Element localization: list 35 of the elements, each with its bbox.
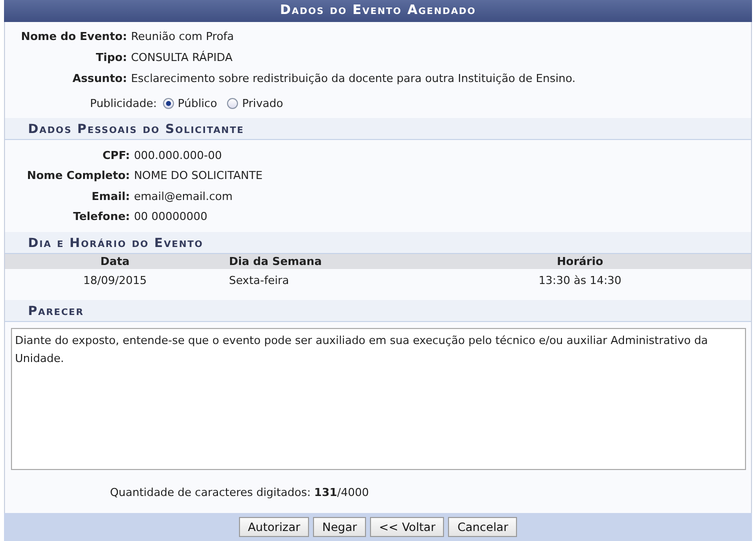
field-label: Assunto: — [71, 72, 127, 85]
radio-button[interactable] — [227, 98, 238, 109]
field-label: Telefone: — [72, 210, 130, 224]
page-title: Dados do Evento Agendado — [4, 0, 752, 22]
opinion-textarea[interactable]: Diante do exposto, entende-se que o evento pode ser auxiliado em sua execução pelo técnico e/ou auxiliar Administrativo da Unidade. — [11, 328, 746, 470]
table-cell: 18/09/2015 — [5, 269, 225, 291]
field-value: CONSULTA RÁPIDA — [130, 51, 234, 64]
action-button[interactable]: Negar — [313, 517, 366, 537]
action-button[interactable]: << Voltar — [370, 517, 444, 537]
field-value: Esclarecimento sobre redistribuição da docente para outra Instituição de Ensino. — [130, 72, 577, 85]
field-value: 00 00000000 — [134, 210, 208, 224]
field-value: Reunião com Profa — [130, 30, 235, 43]
field-label: Email: — [90, 190, 130, 203]
action-button[interactable]: Autorizar — [238, 517, 310, 537]
field-label: Nome do Evento: — [21, 30, 127, 43]
radio-label: Privado — [242, 97, 284, 110]
field-value: email@email.com — [134, 190, 234, 203]
field-value: NOME DO SOLICITANTE — [134, 169, 264, 182]
column-header: Horário — [409, 254, 751, 269]
radio-label: Público — [178, 97, 218, 110]
field-label: CPF: — [101, 148, 130, 162]
section-heading: Dados Pessoais do Solicitante — [5, 118, 751, 140]
field-label: Publicidade: — [90, 97, 157, 110]
radio-button[interactable] — [162, 98, 174, 109]
table-cell: Sexta-feira — [225, 269, 409, 291]
column-header: Data — [5, 254, 225, 269]
section-heading: Dia e Horário do Evento — [5, 232, 751, 254]
action-button[interactable]: Cancelar — [448, 517, 518, 537]
section-heading: Parecer — [5, 300, 751, 322]
table-cell: 13:30 às 14:30 — [409, 269, 751, 291]
field-value: 000.000.000-00 — [134, 148, 223, 162]
field-label: Nome Completo: — [27, 169, 130, 182]
character-counter: Quantidade de caracteres digitados: 131/4000 — [110, 486, 369, 499]
field-label: Tipo: — [94, 51, 127, 64]
column-header: Dia da Semana — [225, 254, 409, 269]
